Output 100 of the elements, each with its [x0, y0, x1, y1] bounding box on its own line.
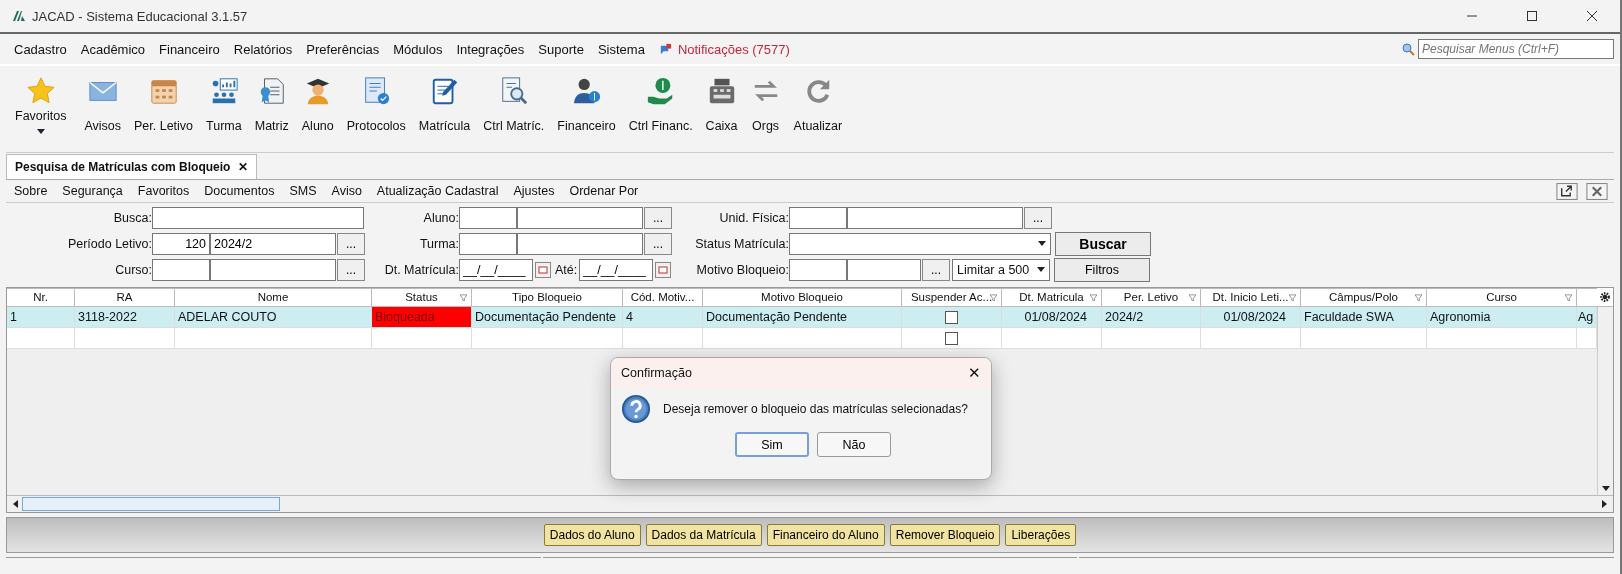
toolbar-button[interactable]: Protocolos [341, 72, 411, 133]
checkbox[interactable] [945, 331, 958, 345]
date-field[interactable]: __/__/____ [459, 258, 533, 281]
column-header[interactable]: Nr. [7, 288, 75, 307]
toolbar-button[interactable]: Financeiro [552, 72, 621, 133]
menu-item[interactable]: Financeiro [159, 41, 220, 57]
menu-item[interactable]: Integrações [456, 41, 525, 57]
course-field[interactable] [210, 258, 336, 281]
column-header[interactable]: Nome [175, 288, 372, 307]
toolbar-button[interactable]: Matrícula [413, 72, 476, 133]
detach-icon[interactable] [1556, 182, 1578, 200]
toolbar-button[interactable]: Atualizar [788, 72, 848, 133]
column-header[interactable]: Tipo Bloqueio [472, 288, 623, 307]
action-button[interactable]: Dados do Aluno [543, 524, 641, 546]
column-header[interactable]: Suspender Ac... [902, 288, 1002, 307]
toolbar-button[interactable]: Matriz [249, 72, 294, 133]
menu-item[interactable]: Relatórios [233, 41, 293, 57]
horizontal-scrollbar[interactable] [7, 495, 1613, 512]
submenu-item[interactable]: SMS [289, 184, 317, 198]
notification-icon[interactable] [658, 42, 672, 56]
search-button[interactable]: Buscar [1055, 231, 1151, 256]
checkbox[interactable] [945, 310, 958, 324]
column-header[interactable]: Dt. Matricula [1002, 288, 1102, 307]
calendar-icon[interactable] [535, 261, 551, 278]
submenu-item[interactable]: Ordenar Por [569, 184, 639, 198]
submenu-item[interactable]: Aviso [331, 184, 362, 198]
column-header[interactable]: Dt. Inicio Leti... [1201, 288, 1301, 307]
maximize-icon[interactable] [1526, 10, 1538, 22]
action-button[interactable]: Financeiro do Aluno [766, 524, 885, 546]
scroll-down-icon[interactable] [1601, 486, 1610, 491]
class-code-field[interactable] [459, 232, 517, 255]
document-tab[interactable]: Pesquisa de Matrículas com Bloqueio ✕ [6, 154, 258, 179]
submenu-item[interactable]: Favoritos [137, 184, 190, 198]
lookup-button[interactable]: ... [922, 258, 950, 281]
reason-field[interactable] [847, 258, 921, 281]
student-code-field[interactable] [459, 206, 517, 229]
dialog-close-button[interactable]: ✕ [968, 364, 981, 382]
lookup-button[interactable]: ... [337, 232, 365, 255]
vertical-scrollbar[interactable] [1597, 307, 1613, 495]
submenu-item[interactable]: Ajustes [513, 184, 555, 198]
status-dropdown[interactable] [789, 232, 1051, 255]
unit-field[interactable] [847, 206, 1023, 229]
toolbar-button[interactable]: Aluno [296, 72, 339, 133]
submenu-item[interactable]: Sobre [14, 184, 48, 198]
toolbar-button[interactable]: Favoritos [10, 72, 72, 134]
lookup-button[interactable]: ... [644, 232, 672, 255]
course-code-field[interactable] [152, 258, 210, 281]
menu-item[interactable]: Cadastro [14, 41, 67, 57]
lookup-button[interactable]: ... [337, 258, 365, 281]
scroll-left-icon[interactable] [13, 500, 18, 508]
toolbar-button[interactable]: Ctrl Matríc. [478, 72, 550, 133]
toolbar-button[interactable]: Turma [201, 72, 247, 133]
menu-item[interactable]: Suporte [538, 41, 584, 57]
calendar-icon[interactable] [655, 261, 672, 278]
lookup-button[interactable]: ... [1024, 206, 1052, 229]
toolbar-button[interactable]: Avisos [79, 72, 126, 133]
lookup-button[interactable]: ... [644, 206, 672, 229]
column-header[interactable]: Status [372, 288, 472, 307]
scrollbar-thumb[interactable] [22, 497, 280, 511]
filters-button[interactable]: Filtros [1054, 257, 1150, 282]
menu-item[interactable]: Módulos [393, 41, 443, 57]
reason-code-field[interactable] [789, 258, 847, 281]
menu-item[interactable]: Sistema [597, 41, 645, 57]
column-header[interactable]: Per. Letivo [1102, 288, 1201, 307]
submenu-item[interactable]: Documentos [204, 184, 275, 198]
submenu-item[interactable]: Segurança [62, 184, 123, 198]
limit-dropdown[interactable]: Limitar a 500 [952, 258, 1050, 281]
close-panel-icon[interactable] [1586, 182, 1608, 200]
menu-item[interactable]: Preferências [306, 41, 380, 57]
column-header[interactable]: Cód. Motiv... [623, 288, 703, 307]
tab-close-button[interactable]: ✕ [238, 160, 249, 174]
scroll-right-icon[interactable] [1602, 500, 1607, 508]
column-header[interactable]: RA [75, 288, 175, 307]
column-header[interactable]: Curso [1427, 288, 1577, 307]
field-label: Turma: [418, 236, 459, 251]
menu-item[interactable]: Acadêmico [80, 41, 146, 57]
period-code-field[interactable]: 120 [152, 232, 210, 255]
search-field[interactable] [152, 206, 364, 229]
action-button[interactable]: Remover Bloqueio [889, 524, 1001, 546]
toolbar-button[interactable]: Per. Letivo [129, 72, 199, 133]
class-field[interactable] [517, 232, 643, 255]
dialog-button[interactable]: Não [817, 432, 891, 457]
toolbar-button[interactable]: Ctrl Financ. [623, 72, 698, 133]
dialog-button[interactable]: Sim [735, 432, 809, 457]
submenu-item[interactable]: Atualização Cadastral [376, 184, 499, 198]
column-header[interactable]: Câmpus/Polo [1301, 288, 1427, 307]
date-field[interactable]: __/__/____ [579, 258, 654, 281]
toolbar-button[interactable]: Caixa [700, 72, 743, 133]
settings-button[interactable] [1597, 288, 1613, 307]
toolbar-button[interactable]: Orgs [745, 72, 786, 133]
unit-code-field[interactable] [789, 206, 847, 229]
period-field[interactable]: 2024/2 [210, 232, 336, 255]
column-header[interactable]: Motivo Bloqueio [703, 288, 902, 307]
action-button[interactable]: Dados da Matrícula [645, 524, 762, 546]
close-icon[interactable] [1586, 10, 1598, 22]
table-row[interactable]: 1 3118-2022 ADELAR COUTO Bloqueada Documentação Pendente 4 Documentação Pendente 01/08/2024 2024/2 01/08/2024 Faculdade SWA Agronomia Ag [7, 307, 1597, 328]
notifications-link[interactable]: Notificações (7577) [677, 41, 790, 57]
student-field[interactable] [517, 206, 643, 229]
action-button[interactable]: Liberações [1005, 524, 1077, 546]
menu-search-field[interactable]: Pesquisar Menus (Ctrl+F) [1418, 39, 1614, 59]
